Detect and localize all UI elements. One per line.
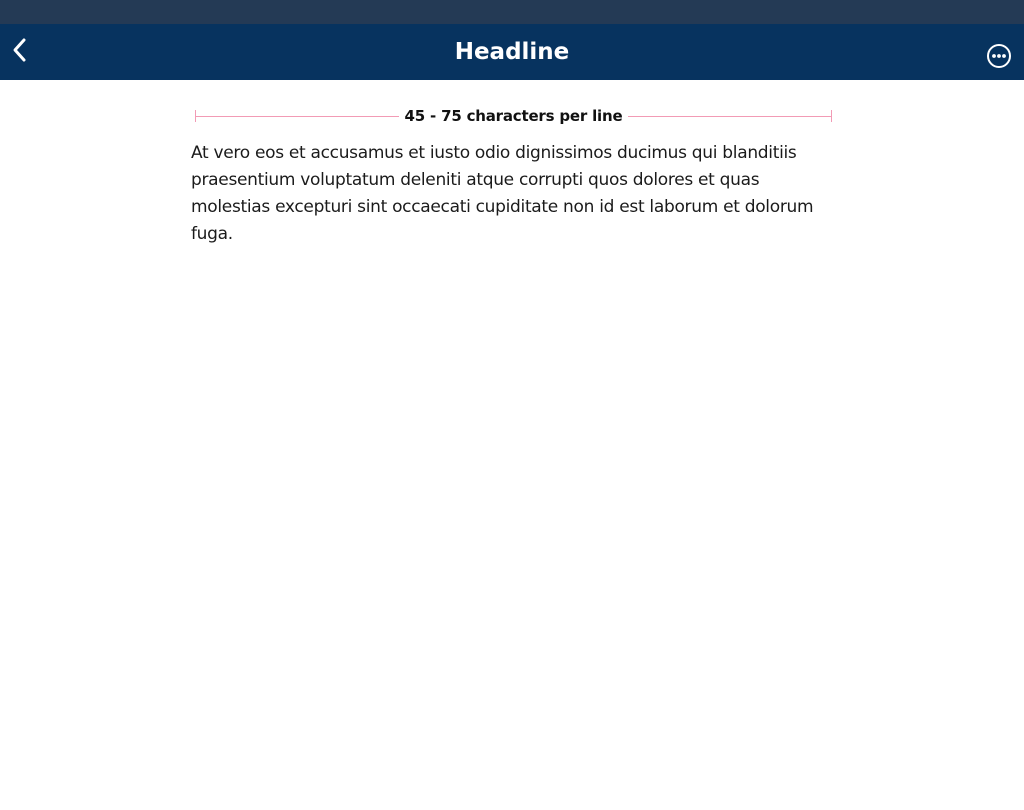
chevron-left-icon	[12, 37, 28, 67]
back-button[interactable]	[6, 36, 34, 68]
guide-left-line	[195, 116, 399, 117]
line-length-label: 45 - 75 characters per line	[404, 107, 623, 125]
body-paragraph: At vero eos et accusamus et iusto odio d…	[191, 143, 814, 244]
navigation-bar: Headline	[0, 24, 1024, 80]
more-options-button[interactable]	[986, 43, 1012, 69]
more-horizontal-circle-icon	[986, 44, 1012, 73]
guide-right-line	[628, 116, 832, 117]
line-length-guide: 45 - 75 characters per line	[191, 104, 833, 128]
guide-right-tick	[831, 110, 832, 122]
status-bar	[0, 0, 1024, 24]
page-title: Headline	[454, 39, 570, 65]
